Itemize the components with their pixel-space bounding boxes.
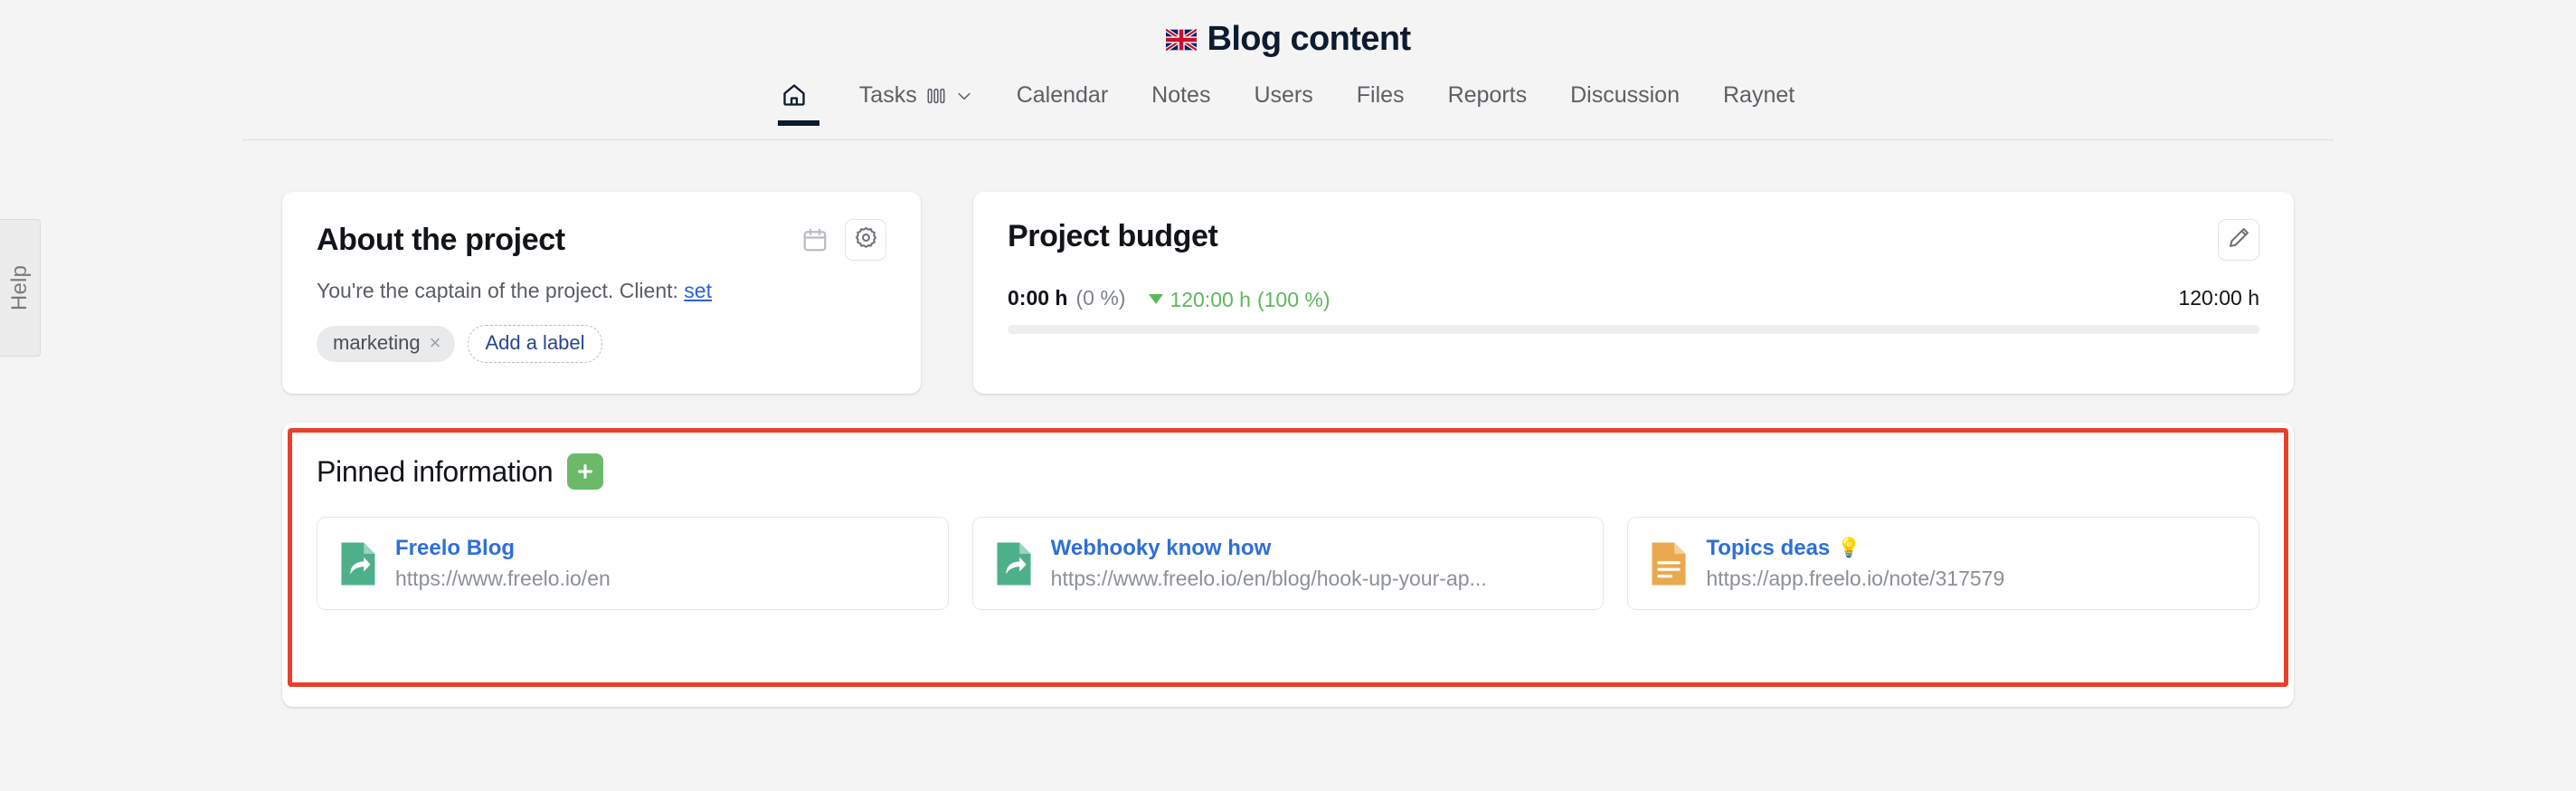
remove-label-icon[interactable]: × — [430, 333, 441, 353]
plus-icon — [575, 462, 595, 481]
nav-item-users[interactable]: Users — [1232, 79, 1334, 127]
nav-item-reports[interactable]: Reports — [1426, 79, 1549, 127]
help-tab-label: Help — [7, 264, 33, 311]
client-set-link[interactable]: set — [684, 279, 712, 302]
pinned-item[interactable]: Webhooky know how https://www.freelo.io/… — [971, 517, 1605, 610]
about-project-title: About the project — [317, 222, 565, 257]
budget-used-percent: (0 %) — [1075, 286, 1126, 310]
add-pinned-item-button[interactable] — [567, 453, 604, 490]
about-project-card: About the project You're the captain of … — [282, 192, 921, 394]
nav-item-home[interactable] — [760, 79, 838, 126]
nav-item-raynet[interactable]: Raynet — [1701, 79, 1816, 127]
link-document-icon — [339, 540, 377, 587]
label-tag-text: marketing — [333, 331, 421, 354]
nav-item-discussion-label: Discussion — [1570, 82, 1680, 108]
nav-item-notes-label: Notes — [1151, 82, 1211, 108]
budget-remaining-value: 120:00 h — [1170, 288, 1251, 311]
nav-item-reports-label: Reports — [1447, 82, 1528, 108]
pinned-item-name-text: Topics deas — [1706, 536, 1831, 560]
pinned-information-title: Pinned information — [317, 454, 554, 488]
page-title-text: Blog content — [1207, 20, 1412, 58]
main-navigation: Tasks Calendar Notes Users Files Reports… — [0, 79, 2576, 140]
pencil-icon — [2227, 225, 2251, 254]
about-description-text: You're the captain of the project. Clien… — [317, 279, 685, 302]
pinned-information-section: Pinned information Freelo Blog https://w… — [282, 423, 2294, 707]
nav-separator — [242, 139, 2334, 140]
active-tab-underline — [777, 120, 819, 126]
nav-item-files-label: Files — [1356, 82, 1405, 108]
caret-down-icon — [1149, 294, 1164, 304]
kanban-icon — [926, 86, 946, 106]
link-document-icon — [995, 540, 1033, 587]
pinned-item[interactable]: Topics deas 💡 https://app.freelo.io/note… — [1627, 517, 2260, 610]
pinned-item-name-text: Webhooky know how — [1050, 536, 1272, 560]
about-project-description: You're the captain of the project. Clien… — [317, 279, 886, 303]
pinned-item-url: https://www.freelo.io/en — [395, 567, 611, 590]
pinned-item-name[interactable]: Freelo Blog — [395, 536, 611, 561]
page-title: Blog content — [0, 0, 2576, 59]
settings-button[interactable] — [845, 219, 886, 261]
budget-used-value: 0:00 h — [1008, 286, 1068, 310]
project-budget-title: Project budget — [1008, 219, 1218, 253]
pinned-item-name[interactable]: Topics deas 💡 — [1706, 536, 2004, 561]
pinned-item-name[interactable]: Webhooky know how — [1051, 536, 1487, 561]
uk-flag-icon — [1165, 28, 1197, 51]
nav-item-tasks[interactable]: Tasks — [838, 79, 995, 127]
pinned-item-name-text: Freelo Blog — [395, 536, 516, 560]
nav-item-tasks-label: Tasks — [858, 82, 917, 108]
pinned-item-url: https://www.freelo.io/en/blog/hook-up-yo… — [1050, 567, 1487, 590]
project-budget-card: Project budget 0:00 h (0 %) 120:00 h (10… — [973, 192, 2294, 394]
nav-item-raynet-label: Raynet — [1722, 82, 1795, 108]
budget-figures: 0:00 h (0 %) 120:00 h (100 %) 120:00 h — [1008, 286, 2259, 312]
add-label-button[interactable]: Add a label — [468, 325, 602, 363]
pinned-items-grid: Freelo Blog https://www.freelo.io/en Web… — [317, 517, 2260, 610]
budget-remaining: 120:00 h (100 %) — [1149, 288, 1331, 312]
nav-item-discussion[interactable]: Discussion — [1548, 79, 1701, 127]
pinned-item[interactable]: Freelo Blog https://www.freelo.io/en — [317, 517, 949, 610]
main-content: About the project You're the captain of … — [282, 192, 2294, 707]
nav-item-calendar[interactable]: Calendar — [995, 79, 1130, 127]
gear-icon — [854, 225, 878, 254]
nav-item-users-label: Users — [1254, 82, 1313, 108]
nav-item-files[interactable]: Files — [1335, 79, 1426, 127]
home-icon — [781, 82, 807, 108]
edit-budget-button[interactable] — [2218, 219, 2259, 261]
pinned-item-url: https://app.freelo.io/note/317579 — [1706, 567, 2005, 590]
chevron-down-icon[interactable] — [955, 87, 973, 105]
budget-total-value: 120:00 h — [2178, 286, 2259, 310]
budget-progress-bar — [1008, 325, 2259, 334]
label-tag-marketing[interactable]: marketing × — [317, 326, 456, 362]
calendar-icon[interactable] — [800, 224, 830, 255]
labels-row: marketing × Add a label — [317, 325, 886, 363]
lightbulb-icon: 💡 — [1837, 538, 1861, 558]
nav-item-notes[interactable]: Notes — [1130, 79, 1232, 127]
help-tab[interactable]: Help — [0, 219, 41, 357]
note-document-icon — [1650, 540, 1688, 587]
budget-remaining-percent: (100 %) — [1256, 288, 1331, 311]
nav-item-calendar-label: Calendar — [1016, 82, 1109, 108]
